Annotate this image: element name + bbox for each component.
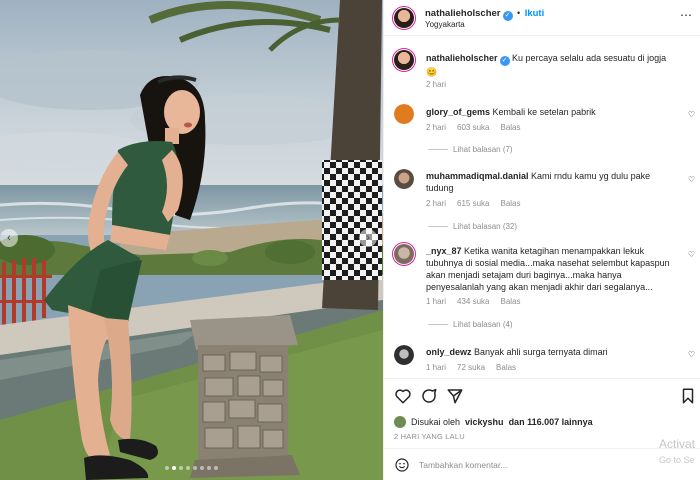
comment-likes[interactable]: 615 suka [457,199,489,208]
comment-reply-button[interactable]: Balas [500,199,520,208]
comment-time[interactable]: 1 hari [426,297,446,306]
share-send-icon[interactable] [446,387,464,405]
post-caption: nathalieholscher ✓ Ku percaya selalu ada … [384,46,700,96]
comment-likes[interactable]: 603 suka [457,123,489,132]
bookmark-icon[interactable] [679,387,697,405]
comment-reply-button[interactable]: Balas [500,123,520,132]
caption-meta: 2 hari [426,80,446,89]
comment-text: Kembali ke setelan pabrik [492,107,596,117]
view-replies-button[interactable]: Lihat balasan (32) [428,222,517,231]
comment-text: Banyak ahli surga ternyata dimari [474,347,608,357]
header-username[interactable]: nathalieholscher [425,8,501,19]
likes-others[interactable]: dan 116.007 lainnya [509,417,593,427]
comment-username[interactable]: only_dewz [426,347,472,357]
carousel-dot [214,466,218,470]
comment-meta: 1 hari 434 suka Balas [426,297,521,306]
comment-username[interactable]: muhammadiqmal.danial [426,171,529,181]
view-replies-label[interactable]: Lihat balasan (4) [453,320,513,329]
comment-avatar[interactable] [394,104,414,124]
verified-badge-icon: ✓ [502,11,513,21]
chevron-right-icon[interactable]: › [359,229,377,247]
comment-item: only_dewz Banyak ahli surga ternyata dim… [384,342,700,376]
carousel-dot [186,466,190,470]
chevron-left-icon[interactable]: ‹ [0,229,18,247]
caption-text-block: nathalieholscher ✓ Ku percaya selalu ada … [426,52,679,78]
like-heart-icon[interactable] [394,387,412,405]
view-replies-button[interactable]: Lihat balasan (4) [428,320,513,329]
add-comment-bar: Tambahkan komentar... [384,448,700,480]
carousel-dot-active [172,466,176,470]
comment-username[interactable]: glory_of_gems [426,107,490,117]
post-timestamp: 2 HARI YANG LALU [394,432,465,441]
post-header: nathalieholscher ✓ • Ikuti Yogyakarta ⋯ [384,0,700,36]
likes-prefix: Disukai oleh [411,417,461,427]
caption-time[interactable]: 2 hari [426,80,446,89]
replies-divider [428,324,448,325]
photo-illustration [0,0,383,480]
replies-divider [428,226,448,227]
follow-button[interactable]: Ikuti [525,8,545,19]
header-separator: • [517,8,521,18]
comment-text-block: _nyx_87 Ketika wanita ketagihan menampak… [426,245,679,293]
comment-item: _nyx_87 Ketika wanita ketagihan menampak… [384,240,700,335]
comment-like-icon[interactable]: ♡ [688,250,695,259]
comment-likes[interactable]: 434 suka [457,297,489,306]
carousel-dot [179,466,183,470]
comment-text-block: muhammadiqmal.danial Kami rndu kamu yg d… [426,170,679,194]
add-comment-input[interactable]: Tambahkan komentar... [419,460,507,470]
carousel-dot [200,466,204,470]
comment-text-block: only_dewz Banyak ahli surga ternyata dim… [426,346,679,358]
comment-text: Ketika wanita ketagihan menampakkan leku… [426,246,670,292]
comment-time[interactable]: 1 hari [426,363,446,372]
view-replies-label[interactable]: Lihat balasan (32) [453,222,517,231]
verified-badge-icon: ✓ [499,56,510,66]
comment-like-icon[interactable]: ♡ [688,110,695,119]
comment-like-icon[interactable]: ♡ [688,175,695,184]
likes-user[interactable]: vickyshu [465,417,504,427]
header-location[interactable]: Yogyakarta [425,20,465,29]
liker-avatar[interactable] [394,416,406,428]
comment-reply-button[interactable]: Balas [496,363,516,372]
comment-meta: 1 hari 72 suka Balas [426,363,516,372]
comment-time[interactable]: 2 hari [426,199,446,208]
comment-avatar[interactable] [394,169,414,189]
carousel-dot [207,466,211,470]
comment-likes[interactable]: 72 suka [457,363,485,372]
replies-divider [428,149,448,150]
likes-summary: Disukai oleh vickyshu dan 116.007 lainny… [394,416,593,428]
header-avatar[interactable] [392,6,416,30]
comment-item: glory_of_gems Kembali ke setelan pabrik … [384,100,700,160]
view-replies-button[interactable]: Lihat balasan (7) [428,145,513,154]
post-side-panel: nathalieholscher ✓ • Ikuti Yogyakarta ⋯ n… [383,0,700,480]
comment-like-icon[interactable]: ♡ [688,350,695,359]
emoji-icon[interactable] [394,457,410,473]
comment-text-block: glory_of_gems Kembali ke setelan pabrik [426,106,679,118]
comment-avatar[interactable] [394,345,414,365]
comment-bubble-icon[interactable] [420,387,438,405]
comment-meta: 2 hari 615 suka Balas [426,199,521,208]
carousel-dot [193,466,197,470]
carousel-dot [165,466,169,470]
view-replies-label[interactable]: Lihat balasan (7) [453,145,513,154]
carousel-dots [165,466,218,470]
comment-reply-button[interactable]: Balas [500,297,520,306]
os-activation-watermark: Activat Go to Se [659,436,695,468]
watermark-line-1: Activat [659,437,696,451]
caption-username[interactable]: nathalieholscher [426,53,498,63]
comment-item: muhammadiqmal.danial Kami rndu kamu yg d… [384,165,700,237]
more-options-icon[interactable]: ⋯ [680,8,693,22]
caption-avatar[interactable] [392,48,416,72]
comment-username[interactable]: _nyx_87 [426,246,462,256]
post-photo[interactable]: ‹ › [0,0,383,480]
post-actions: Disukai oleh vickyshu dan 116.007 lainny… [384,378,700,448]
comment-avatar[interactable] [392,242,416,266]
comment-meta: 2 hari 603 suka Balas [426,123,521,132]
comment-time[interactable]: 2 hari [426,123,446,132]
watermark-line-2: Go to Se [659,455,695,465]
